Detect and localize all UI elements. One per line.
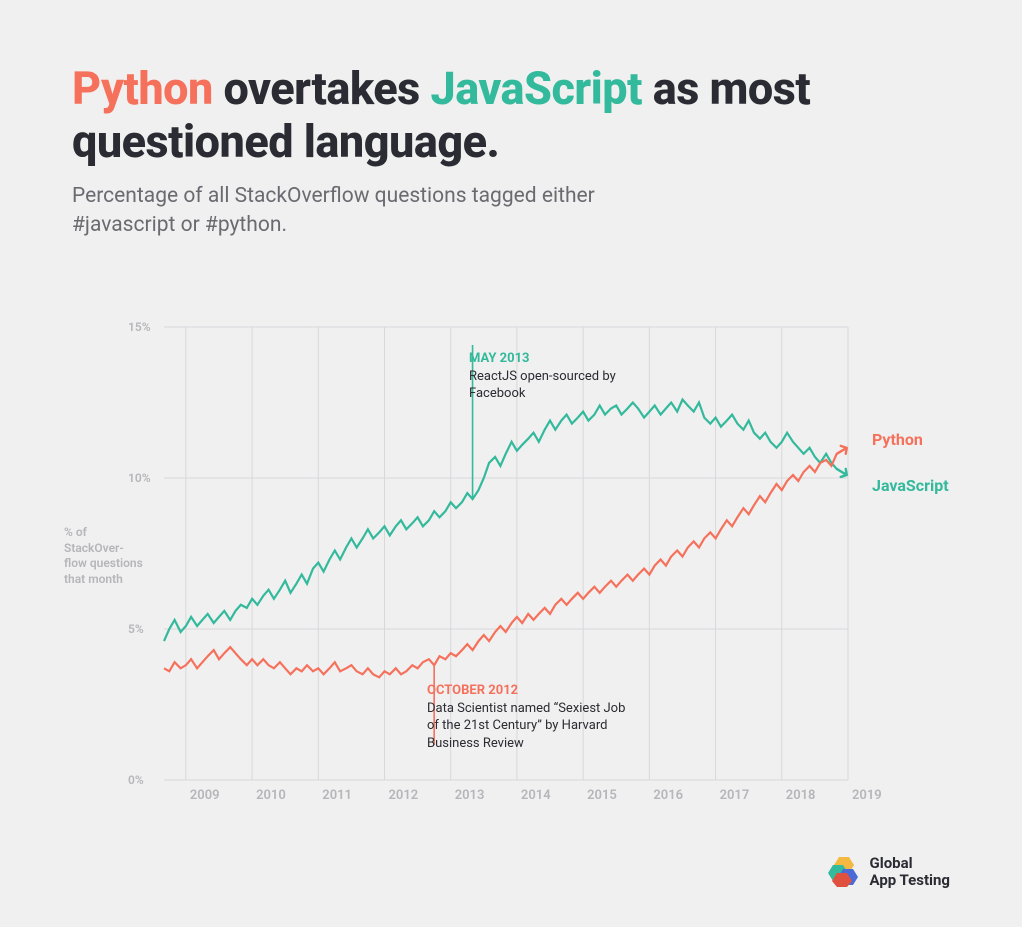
brand-line1: Global [870, 855, 951, 872]
chart-container: % of StackOver-flow questions that month… [64, 290, 944, 830]
x-tick: 2009 [190, 788, 220, 803]
annotation-may2013: MAY 2013 ReactJS open-sourced by Faceboo… [469, 350, 669, 403]
x-tick: 2015 [587, 788, 617, 803]
x-tick: 2019 [852, 788, 882, 803]
x-tick: 2016 [653, 788, 683, 803]
brand-text: Global App Testing [870, 855, 951, 890]
annotation-date: MAY 2013 [469, 350, 669, 368]
subtitle: Percentage of all StackOverflow question… [72, 182, 622, 240]
title-js: JavaScript [430, 62, 642, 115]
title-mid1: overtakes [213, 62, 431, 115]
annotation-desc: Data Scientist named “Sexiest Job of the… [427, 700, 627, 753]
x-tick: 2011 [322, 788, 352, 803]
x-tick: 2017 [720, 788, 750, 803]
page-title: Python overtakes JavaScript as most ques… [72, 62, 892, 168]
x-tick: 2012 [388, 788, 418, 803]
hexagon-icon [826, 855, 860, 889]
title-python: Python [72, 62, 213, 115]
x-tick: 2014 [521, 788, 551, 803]
brand-line2: App Testing [870, 872, 951, 889]
brand-logo: Global App Testing [826, 855, 951, 890]
x-tick: 2010 [256, 788, 286, 803]
series-label-javascript: JavaScript [872, 476, 949, 495]
annotation-oct2012: OCTOBER 2012 Data Scientist named “Sexie… [427, 682, 627, 752]
annotation-desc: ReactJS open-sourced by Facebook [469, 368, 669, 403]
series-label-python: Python [872, 430, 923, 449]
annotation-date: OCTOBER 2012 [427, 682, 627, 700]
x-tick: 2013 [455, 788, 485, 803]
x-tick: 2018 [786, 788, 816, 803]
